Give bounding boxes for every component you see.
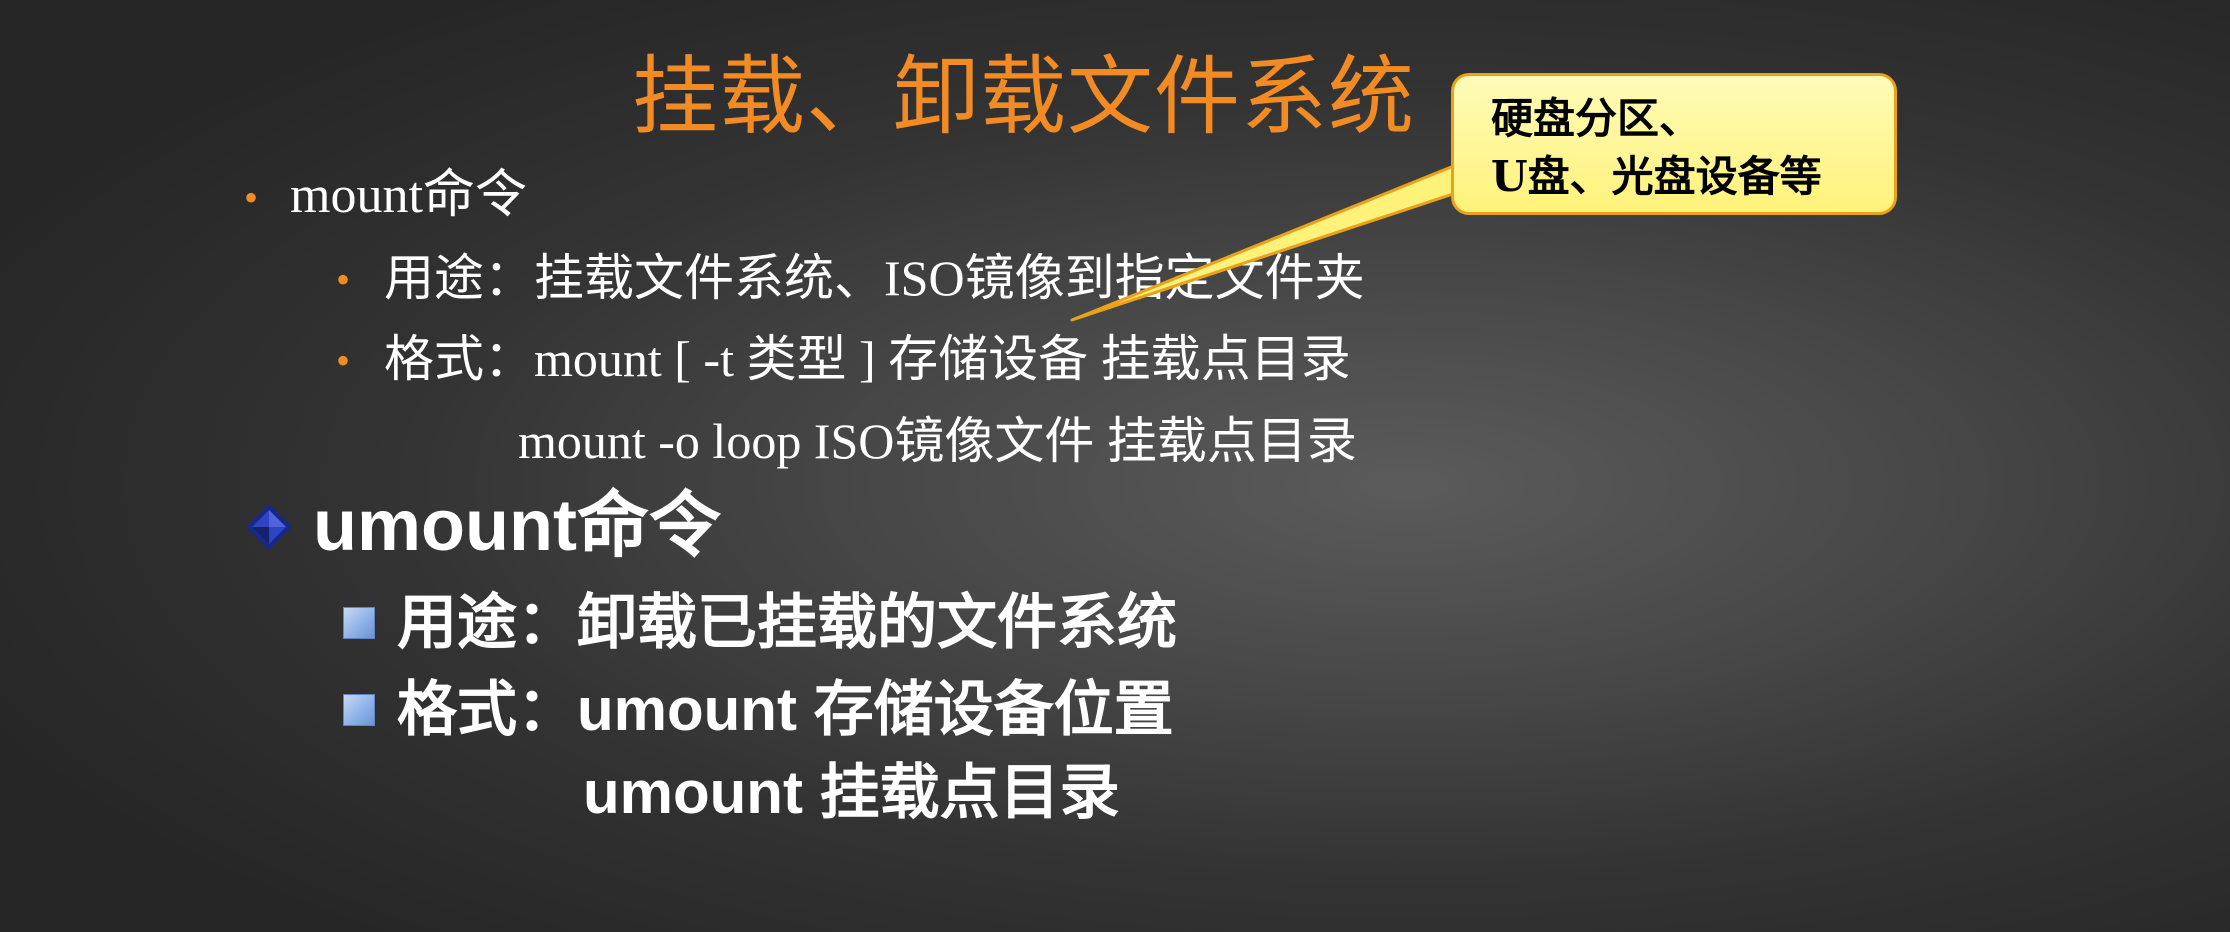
callout-line-2: U盘、光盘设备等	[1491, 152, 1822, 201]
orange-dot-icon: •	[336, 257, 351, 302]
blue-diamond-icon	[246, 504, 292, 550]
umount-usage: 用途：卸载已挂载的文件系统	[397, 589, 1177, 656]
callout-line-1: 硬盘分区、	[1491, 94, 1702, 143]
orange-dot-icon: •	[244, 175, 259, 220]
umount-heading: umount命令	[313, 486, 721, 566]
callout-box: 硬盘分区、 U盘、光盘设备等	[1451, 73, 1897, 215]
umount-format-line1: 格式：umount 存储设备位置	[397, 676, 1174, 743]
blue-square-icon	[343, 694, 375, 726]
slide: 挂载、卸载文件系统 • mount命令 • 用途：挂载文件系统、ISO镜像到指定…	[0, 0, 2230, 932]
mount-format-line1: 格式：mount [ -t 类型 ] 存储设备 挂载点目录	[384, 331, 1351, 387]
umount-format-line2: umount 挂载点目录	[583, 759, 1120, 826]
mount-heading: mount命令	[290, 167, 527, 224]
slide-title: 挂载、卸载文件系统	[632, 47, 1415, 147]
mount-usage: 用途：挂载文件系统、ISO镜像到指定文件夹	[384, 250, 1365, 306]
blue-square-icon	[343, 607, 375, 639]
mount-format-line2: mount -o loop ISO镜像文件 挂载点目录	[518, 413, 1357, 469]
orange-dot-icon: •	[336, 338, 351, 383]
